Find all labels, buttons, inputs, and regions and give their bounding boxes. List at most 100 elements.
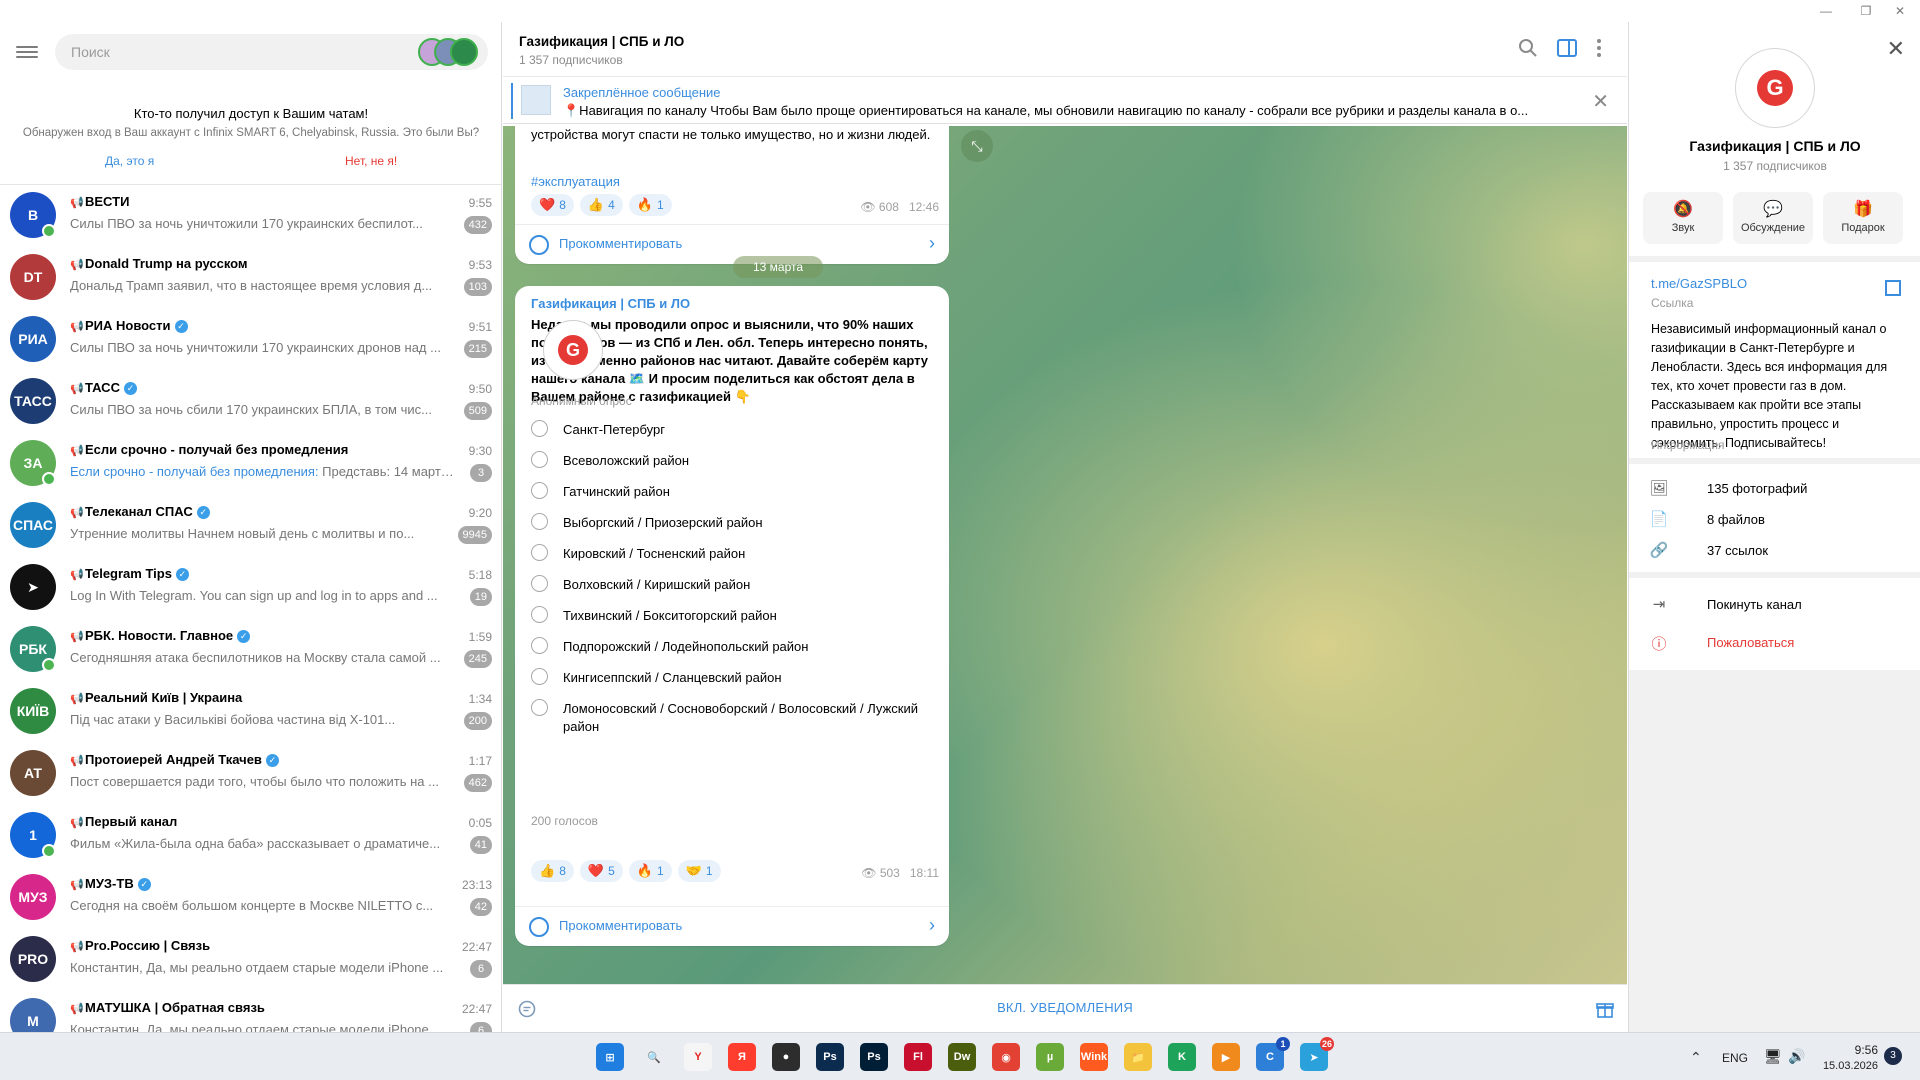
taskbar-kaspersky-icon[interactable]: K [1168,1043,1196,1071]
chat-list-item[interactable]: РБК 📢РБК. Новости. Главное ✓ 1:59 Сегодняшня… [0,622,501,684]
chat-header[interactable]: Газификация | СПБ и ЛО 1 357 подписчиков [503,22,1627,74]
network-icon[interactable]: 🖥 [1764,1048,1782,1065]
close-window-button[interactable]: ✕ [1880,0,1920,22]
reaction-chip[interactable]: ❤️ 5 [579,860,623,882]
qr-code-icon[interactable] [1885,280,1901,296]
confirm-login-button[interactable]: Да, это я [105,154,154,168]
reaction-chip[interactable]: 🔥 1 [628,860,672,882]
chevron-up-icon[interactable]: ⌃ [1690,1049,1702,1066]
reaction-chip[interactable]: 🔥 1 [628,194,672,216]
taskbar-glyph: µ [1046,1051,1054,1063]
chat-list-item[interactable]: DT 📢Donald Trump на русском 9:53 Дональд Тр… [0,250,501,312]
chat-title: 📢Donald Trump на русском [70,256,400,271]
taskbar-wink-icon[interactable]: Wink [1080,1043,1108,1071]
chat-list-item[interactable]: ЗА 📢Если срочно - получай без промедления… [0,436,501,498]
photos-row[interactable]: 🖼 135 фотографий [1629,474,1920,504]
chat-list-item[interactable]: PRO 📢Pro.Россию | Связь 22:47 Константин, Д… [0,932,501,994]
chat-list-item[interactable]: М 📢МАТУШКА | Обратная связь 22:47 Константи… [0,994,501,1032]
deny-login-button[interactable]: Нет, не я! [345,154,397,168]
poll-radio[interactable] [531,513,548,530]
chat-list-item[interactable]: РИА 📢РИА Новости ✓ 9:51 Силы ПВО за ночь уни… [0,312,501,374]
poll-votes[interactable]: 200 голосов [531,814,598,828]
taskbar-chrome-icon[interactable]: ◉ [992,1043,1020,1071]
sidebar-toggle-icon[interactable] [1555,36,1579,60]
channel-link[interactable]: t.me/GazSPBLO [1651,276,1747,291]
chat-list-item[interactable]: 1 📢Первый канал 0:05 Фильм «Жила-была одна … [0,808,501,870]
taskbar-utorrent-icon[interactable]: µ [1036,1043,1064,1071]
enable-notifications-button[interactable]: ВКЛ. УВЕДОМЛЕНИЯ [503,1000,1627,1015]
poll-message-bubble[interactable]: Газификация | СПБ и ЛО Недавно мы провод… [515,286,949,946]
media-label: 8 файлов [1707,512,1765,527]
chat-time: 9:51 [468,320,492,334]
poll-radio[interactable] [531,482,548,499]
message-bubble[interactable]: устройства могут спасти не только имущес… [515,126,949,264]
discussion-button[interactable]: 💬 Обсуждение [1733,192,1813,244]
taskbar-dreamweaver-icon[interactable]: Dw [948,1043,976,1071]
poll-radio[interactable] [531,544,548,561]
clock-time[interactable]: 9:56 [1818,1043,1878,1057]
taskbar-yandex-browser-icon[interactable]: Y [684,1043,712,1071]
gift-button[interactable]: 🎁 Подарок [1823,192,1903,244]
channel-avatar[interactable]: G [1735,48,1815,128]
comment-button[interactable]: Прокомментировать › [515,224,949,264]
chat-title[interactable]: Газификация | СПБ и ЛО [519,34,684,49]
search-icon[interactable] [1516,36,1540,60]
minimize-button[interactable]: — [1806,0,1846,22]
taskbar-flash-icon[interactable]: Fl [904,1043,932,1071]
poll-radio[interactable] [531,451,548,468]
message-sender[interactable]: Газификация | СПБ и ЛО [531,296,690,311]
comment-button[interactable]: Прокомментировать › [515,906,949,946]
chat-list-item[interactable]: B 📢ВЕСТИ 9:55 Силы ПВО за ночь уничтожили 1… [0,188,501,250]
online-indicator [42,844,56,858]
chat-list-item[interactable]: МУЗ 📢МУЗ-ТВ ✓ 23:13 Сегодня на своём большом… [0,870,501,932]
taskbar-start-icon[interactable]: ⊞ [596,1043,624,1071]
collapse-icon[interactable]: ⤡ [961,130,993,162]
reaction-chip[interactable]: 👍 4 [579,194,623,216]
taskbar-photoshop-1-icon[interactable]: Ps [816,1043,844,1071]
leave-channel-button[interactable]: ⇥ Покинуть канал [1629,590,1920,620]
chat-time: 23:13 [461,878,492,892]
taskbar-photoshop-2-icon[interactable]: Ps [860,1043,888,1071]
poll-radio[interactable] [531,637,548,654]
taskbar-camtasia-icon[interactable]: ● [772,1043,800,1071]
poll-radio[interactable] [531,575,548,592]
taskbar-media-player-icon[interactable]: ▶ [1212,1043,1240,1071]
menu-icon[interactable] [16,43,38,65]
taskbar-search-icon[interactable]: 🔍 [640,1043,668,1071]
reaction-chip[interactable]: ❤️ 8 [531,194,574,216]
stories-avatars[interactable] [418,38,482,66]
notification-count-badge[interactable]: 3 [1884,1047,1902,1065]
search-box[interactable] [55,34,488,70]
taskbar-yandex-icon[interactable]: Я [728,1043,756,1071]
chat-list-item[interactable]: АТ 📢Протоиерей Андрей Ткачев ✓ 1:17 Пост сов… [0,746,501,808]
chat-list-item[interactable]: СПАС 📢Телеканал СПАС ✓ 9:20 Утренние молитвы… [0,498,501,560]
gift-icon[interactable] [1595,999,1615,1019]
chat-list-item[interactable]: ТАСС 📢ТАСС ✓ 9:50 Силы ПВО за ночь сбили 170… [0,374,501,436]
more-options-icon[interactable] [1587,36,1611,60]
chat-list-item[interactable]: КИЇВ 📢Реальний Київ | Украина 1:34 Під час … [0,684,501,746]
reaction-chip[interactable]: 🤝 1 [677,860,721,882]
clock-date[interactable]: 15.03.2026 [1806,1060,1878,1072]
hashtag-link[interactable]: #эксплуатация [531,174,620,189]
chat-list-item[interactable]: ➤ 📢Telegram Tips ✓ 5:18 Log In With Telegram… [0,560,501,622]
poll-radio[interactable] [531,420,548,437]
links-row[interactable]: 🔗 37 ссылок [1629,536,1920,566]
poll-radio[interactable] [531,699,548,716]
mute-button[interactable]: 🔕 Звук [1643,192,1723,244]
pinned-message-bar[interactable]: Закреплённое сообщение 📍Навигация по кан… [503,76,1627,124]
poll-radio[interactable] [531,668,548,685]
volume-icon[interactable]: 🔊 [1788,1048,1805,1065]
report-button[interactable]: ⓘ Пожаловаться [1629,628,1920,658]
close-pinned-icon[interactable]: ✕ [1592,89,1609,114]
close-panel-icon[interactable]: ✕ [1887,36,1905,62]
taskbar-copilot-icon[interactable]: C1 [1256,1037,1290,1071]
chat-preview-sender: Если срочно - получай без промедления: [70,464,319,479]
language-indicator[interactable]: ENG [1722,1051,1748,1065]
reaction-chip[interactable]: 👍 8 [531,860,574,882]
story-avatar[interactable] [450,38,478,66]
files-row[interactable]: 📄 8 файлов [1629,505,1920,535]
poll-radio[interactable] [531,606,548,623]
taskbar-telegram-icon[interactable]: ➤ 26 [1300,1037,1334,1071]
taskbar-explorer-icon[interactable]: 📁 [1124,1043,1152,1071]
search-input[interactable] [71,34,411,70]
